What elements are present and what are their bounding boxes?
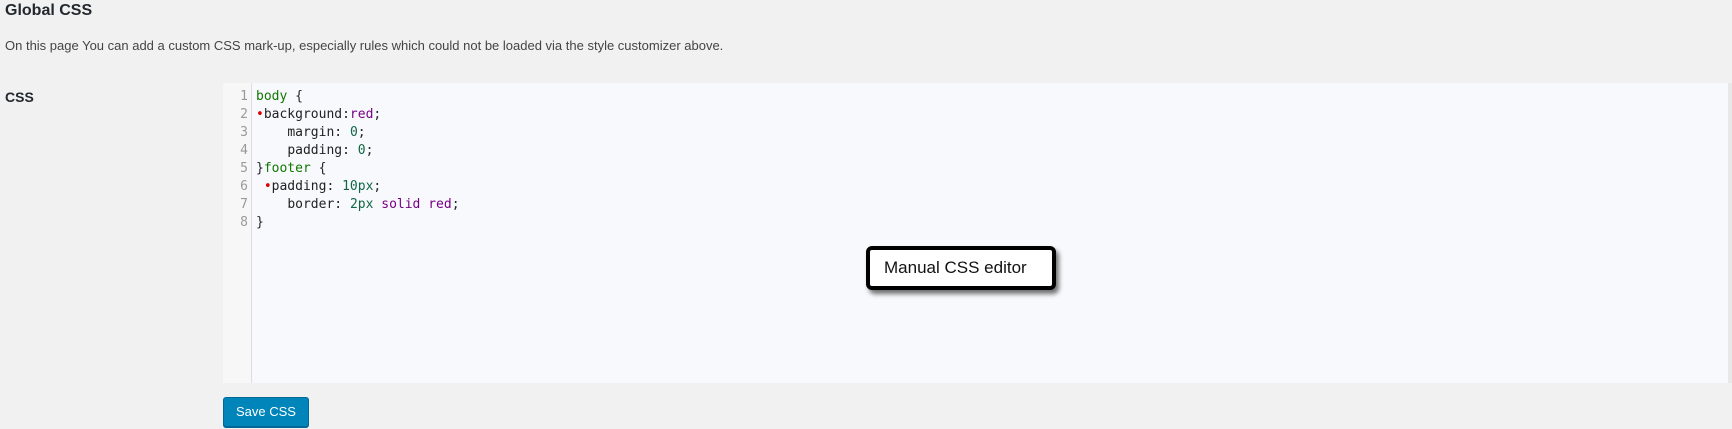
- line-number: 6: [240, 179, 248, 194]
- css-code-editor[interactable]: 1 body {2 •background:red; 3 margin: 0; 4 pa…: [223, 83, 1732, 383]
- lint-marker: •: [256, 107, 264, 122]
- code-value: 2px: [349, 197, 374, 212]
- code-line[interactable]: 5}footer {: [223, 160, 1732, 178]
- code-text: padding: 0;: [256, 142, 373, 160]
- code-punctuation: ;: [373, 179, 382, 194]
- code-line[interactable]: 2 •background:red;: [223, 106, 1732, 124]
- code-value: 0: [357, 143, 366, 158]
- line-number: 3: [240, 125, 248, 140]
- code-punctuation: {: [287, 89, 303, 104]
- line-number: 7: [240, 197, 248, 212]
- code-property: background:: [263, 107, 350, 122]
- code-text: }: [256, 214, 264, 232]
- code-property: border:: [287, 197, 350, 212]
- settings-page: Global CSS On this page You can add a cu…: [0, 0, 1732, 429]
- code-line[interactable]: 8}: [223, 214, 1732, 232]
- line-number: 1: [240, 89, 248, 104]
- code-text: margin: 0;: [256, 124, 366, 142]
- code-text: border: 2px solid red;: [256, 196, 460, 214]
- code-punctuation: ;: [451, 197, 460, 212]
- code-value: 10px: [342, 179, 374, 194]
- code-selector: body: [256, 89, 288, 104]
- save-css-button[interactable]: Save CSS: [223, 397, 309, 427]
- code-line[interactable]: 7 border: 2px solid red;: [223, 196, 1732, 214]
- code-text: body {: [256, 88, 303, 106]
- page-title: Global CSS: [5, 2, 93, 19]
- code-keyword: red: [349, 107, 374, 122]
- code-line[interactable]: 4 padding: 0;: [223, 142, 1732, 160]
- code-property: padding:: [271, 179, 343, 194]
- code-punctuation: {: [310, 161, 327, 176]
- code-selector: footer: [263, 161, 311, 176]
- code-punctuation: ;: [357, 125, 366, 140]
- code-value: 0: [349, 125, 358, 140]
- editor-scrollbar[interactable]: [1728, 83, 1732, 383]
- code-lines: 1 body {2 •background:red; 3 margin: 0; 4 pa…: [223, 88, 1732, 232]
- code-text: •background:red;: [256, 106, 381, 124]
- code-punctuation: }: [256, 215, 264, 230]
- line-number: 4: [240, 143, 248, 158]
- css-field-label: CSS: [5, 89, 34, 105]
- code-line[interactable]: 1 body {: [223, 88, 1732, 106]
- annotation-callout: Manual CSS editor: [866, 246, 1056, 290]
- code-line[interactable]: 3 margin: 0;: [223, 124, 1732, 142]
- code-punctuation: ;: [365, 143, 374, 158]
- code-line[interactable]: 6 •padding: 10px;: [223, 178, 1732, 196]
- code-property: margin:: [287, 125, 350, 140]
- line-number: 5: [240, 161, 248, 176]
- lint-marker: •: [263, 179, 272, 194]
- code-keyword: solid red: [373, 197, 452, 212]
- code-property: padding:: [287, 143, 358, 158]
- code-text: }footer {: [256, 160, 326, 178]
- code-text: •padding: 10px;: [256, 178, 381, 196]
- code-brace: }: [256, 161, 264, 176]
- line-number: 8: [240, 215, 248, 230]
- line-number: 2: [240, 107, 248, 122]
- page-description: On this page You can add a custom CSS ma…: [5, 38, 724, 53]
- code-punctuation: ;: [373, 107, 382, 122]
